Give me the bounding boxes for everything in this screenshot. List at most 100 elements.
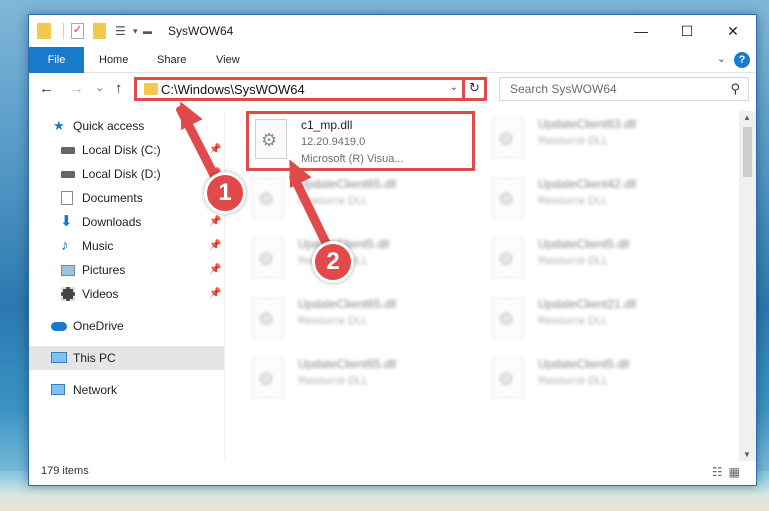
vertical-scrollbar[interactable]: ▲ ▼	[739, 111, 756, 461]
tab-view[interactable]: View	[216, 47, 240, 73]
tab-home[interactable]: Home	[99, 47, 128, 73]
close-button[interactable]: ✕	[710, 15, 756, 47]
minimize-button[interactable]: —	[618, 15, 664, 47]
view-toggle-icons[interactable]: ☷▦	[712, 465, 746, 479]
videos-icon	[61, 287, 75, 301]
dll-file-icon: ⚙	[492, 118, 524, 158]
file-item[interactable]: ⚙ UpdateClient5.dll Resource DLL	[246, 233, 476, 289]
sidebar-item-this-pc[interactable]: This PC	[29, 346, 224, 370]
gear-icon: ⚙	[258, 309, 275, 329]
gear-icon: ⚙	[498, 249, 515, 269]
file-item-c1-mp-dll[interactable]: ⚙ c1_mp.dll 12.20.9419.0 Microsoft (R) V…	[246, 111, 475, 171]
sidebar-item-videos[interactable]: Videos 📌	[29, 282, 224, 306]
pin-icon[interactable]: 📌	[209, 234, 221, 258]
sidebar-item-network[interactable]: Network	[29, 378, 224, 402]
sidebar-item-local-disk-d[interactable]: Local Disk (D:) 📌	[29, 162, 224, 186]
navigation-bar: ← → ⌄ ↑ C:\Windows\SysWOW64 ⌄ ↻ Search S…	[29, 74, 756, 104]
gear-icon: ⚙	[498, 309, 515, 329]
sidebar-item-pictures[interactable]: Pictures 📌	[29, 258, 224, 282]
gear-icon: ⚙	[498, 189, 515, 209]
properties-icon[interactable]: ✓	[71, 23, 84, 39]
documents-icon	[61, 191, 73, 205]
file-name: UpdateClient5.dll	[538, 357, 630, 371]
file-item[interactable]: ⚙ UpdateClient65.dll Resource DLL	[246, 293, 476, 349]
file-list: ⚙ c1_mp.dll 12.20.9419.0 Microsoft (R) V…	[244, 111, 739, 461]
pin-icon[interactable]: 📌	[209, 210, 221, 234]
scroll-thumb[interactable]	[743, 127, 752, 177]
tab-file[interactable]: File	[29, 47, 84, 73]
file-name: UpdateClient5.dll	[538, 237, 630, 251]
ribbon-tabs: File Home Share View ⌄ ?	[29, 47, 756, 73]
sidebar-item-label: Local Disk (D:)	[82, 167, 161, 181]
file-version: 12.20.9419.0	[301, 136, 366, 148]
dll-file-icon: ⚙	[492, 238, 524, 278]
gear-icon: ⚙	[498, 129, 515, 149]
navigation-pane: ★ Quick access Local Disk (C:) 📌 Local D…	[29, 111, 224, 461]
step-badge-1: 1	[204, 172, 246, 214]
help-icon[interactable]: ?	[734, 52, 750, 68]
search-placeholder: Search SysWOW64	[510, 82, 617, 96]
sidebar-item-onedrive[interactable]: OneDrive	[29, 314, 224, 338]
sidebar-item-documents[interactable]: Documents 📌	[29, 186, 224, 210]
gear-icon: ⚙	[261, 130, 278, 150]
refresh-button[interactable]: ↻	[462, 77, 484, 101]
forward-button[interactable]: →	[69, 80, 84, 97]
sidebar-item-label: Documents	[82, 191, 143, 205]
back-button[interactable]: ←	[39, 80, 54, 97]
new-folder-icon[interactable]	[93, 23, 106, 39]
maximize-button[interactable]: ☐	[664, 15, 710, 47]
downloads-icon: ⬇	[60, 213, 73, 230]
file-item[interactable]: ⚙ UpdateClient5.dll Resource DLL	[486, 353, 716, 409]
pc-icon	[51, 352, 67, 363]
gear-icon: ⚙	[258, 249, 275, 269]
sidebar-item-label: Videos	[82, 287, 119, 301]
pin-icon[interactable]: 📌	[209, 282, 221, 306]
dll-file-icon: ⚙	[492, 358, 524, 398]
file-description: Microsoft (R) Visua...	[301, 153, 404, 165]
sidebar-item-music[interactable]: ♪ Music 📌	[29, 234, 224, 258]
scroll-down-icon[interactable]: ▼	[743, 450, 751, 459]
file-item[interactable]: ⚙ UpdateClient5.dll Resource DLL	[486, 233, 716, 289]
dll-file-icon: ⚙	[252, 298, 284, 338]
file-description: Resource DLL	[538, 375, 609, 387]
sidebar-item-downloads[interactable]: ⬇ Downloads 📌	[29, 210, 224, 234]
file-item[interactable]: ⚙ UpdateClient63.dll Resource DLL	[486, 113, 716, 169]
tab-share[interactable]: Share	[157, 47, 186, 73]
file-description: Resource DLL	[538, 195, 609, 207]
file-description: Resource DLL	[538, 135, 609, 147]
file-name: UpdateClient65.dll	[298, 297, 397, 311]
dll-file-icon: ⚙	[255, 119, 287, 159]
title-bar: ✓ ☰ ▾ ▬ SysWOW64 — ☐ ✕	[29, 15, 756, 47]
customize-icon[interactable]: ☰	[115, 23, 129, 39]
pane-divider[interactable]	[224, 111, 225, 461]
address-dropdown-icon[interactable]: ⌄	[450, 82, 458, 93]
dll-file-icon: ⚙	[492, 178, 524, 218]
file-explorer-window: ✓ ☰ ▾ ▬ SysWOW64 — ☐ ✕ File Home Share V…	[28, 14, 757, 486]
file-item[interactable]: ⚙ UpdateClient21.dll Resource DLL	[486, 293, 716, 349]
gear-icon: ⚙	[258, 189, 275, 209]
up-button[interactable]: ↑	[115, 80, 123, 97]
file-name: UpdateClient42.dll	[538, 177, 637, 191]
drive-icon	[61, 147, 75, 154]
recent-locations-button[interactable]: ⌄	[95, 81, 104, 94]
file-item[interactable]: ⚙ UpdateClient65.dll Resource DLL	[246, 173, 476, 229]
dll-file-icon: ⚙	[492, 298, 524, 338]
address-path[interactable]: C:\Windows\SysWOW64	[161, 82, 305, 97]
expand-ribbon-icon[interactable]: ⌄	[717, 52, 726, 65]
drive-icon	[61, 171, 75, 178]
chevron-down-icon[interactable]: ▾	[133, 23, 138, 39]
scroll-up-icon[interactable]: ▲	[743, 113, 751, 122]
pin-icon[interactable]: 📌	[209, 258, 221, 282]
search-input[interactable]: Search SysWOW64 ⚲	[499, 77, 749, 101]
file-name: c1_mp.dll	[301, 118, 353, 132]
folder-icon	[144, 83, 158, 95]
sidebar-item-label: Downloads	[82, 215, 142, 229]
qa-dropdown-icon[interactable]: ▬	[143, 23, 152, 39]
status-bar: 179 items ☷▦	[29, 459, 756, 485]
dll-file-icon: ⚙	[252, 238, 284, 278]
file-item[interactable]: ⚙ UpdateClient42.dll Resource DLL	[486, 173, 716, 229]
step-badge-2: 2	[312, 241, 354, 283]
file-description: Resource DLL	[538, 315, 609, 327]
file-item[interactable]: ⚙ UpdateClient65.dll Resource DLL	[246, 353, 476, 409]
search-icon[interactable]: ⚲	[730, 81, 740, 97]
